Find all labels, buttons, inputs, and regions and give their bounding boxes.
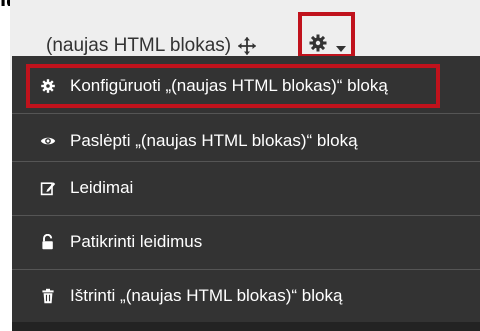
menu-item-label: Paslėpti „(naujas HTML blokas)“ bloką — [70, 131, 358, 150]
menu-item-delete[interactable]: Ištrinti „(naujas HTML blokas)“ bloką — [12, 269, 480, 323]
menu-item-label: Leidimai — [70, 178, 134, 197]
gear-icon[interactable] — [308, 33, 328, 53]
menu-item-label: Patikrinti leidimus — [70, 232, 203, 251]
block-title-label: (naujas HTML blokas) — [46, 35, 232, 56]
highlight-box — [26, 64, 440, 108]
edit-icon — [40, 180, 56, 196]
menu-item-check-permissions[interactable]: Patikrinti leidimus — [12, 215, 480, 269]
bottom-edge — [12, 322, 480, 331]
menu-item-hide[interactable]: Paslėpti „(naujas HTML blokas)“ bloką — [12, 114, 480, 168]
move-arrows-icon[interactable] — [237, 36, 257, 56]
unlock-icon — [40, 233, 56, 250]
page-margin — [0, 6, 10, 331]
caret-down-icon[interactable] — [336, 40, 346, 52]
menu-item-label: Ištrinti „(naujas HTML blokas)“ bloką — [70, 286, 343, 305]
menu-item-permissions[interactable]: Leidimai — [12, 161, 480, 215]
trash-icon — [40, 288, 56, 304]
eye-icon — [40, 133, 56, 149]
